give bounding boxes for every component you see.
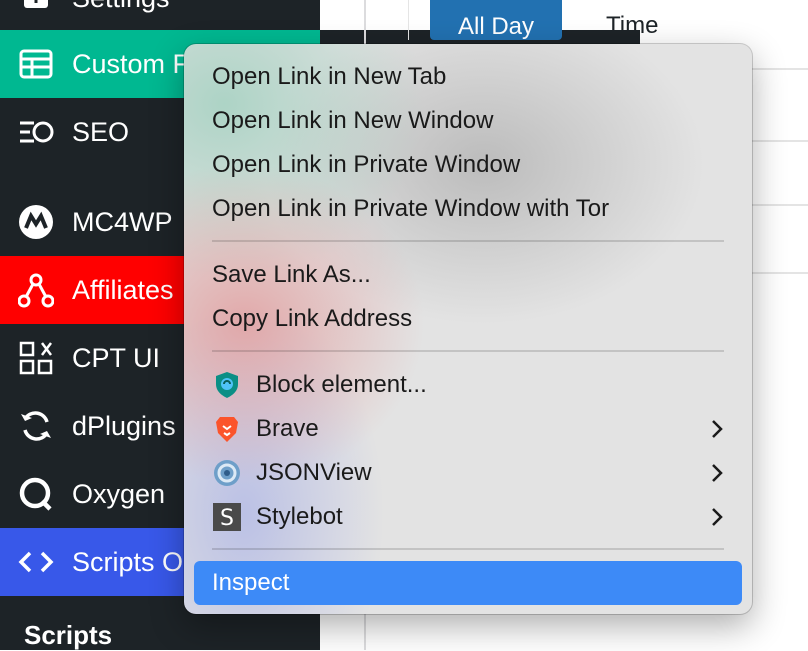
affiliates-nodes-icon <box>17 271 55 309</box>
menu-item-label: Stylebot <box>256 503 343 530</box>
jsonview-icon <box>212 458 242 488</box>
menu-separator <box>212 240 724 242</box>
menu-item-open-private-window[interactable]: Open Link in Private Window <box>194 143 742 187</box>
menu-item-label: Open Link in Private Window with Tor <box>212 195 610 222</box>
chevron-right-icon <box>712 464 723 482</box>
grid-squares-icon <box>17 339 55 377</box>
sidebar-item-label: Affiliates <box>72 274 174 305</box>
sidebar-item-label: MC4WP <box>72 206 173 237</box>
divider <box>752 272 808 274</box>
sidebar-submenu-heading[interactable]: Scripts <box>24 620 112 651</box>
sidebar-item-label: Custom F <box>72 48 190 79</box>
sidebar-item-label: dPlugins <box>72 410 176 441</box>
sidebar-item-label: SEO <box>72 116 130 147</box>
svg-text:S: S <box>220 506 234 531</box>
sidebar-item-label: Settings <box>72 0 170 14</box>
menu-item-block-element[interactable]: Block element... <box>194 363 742 407</box>
menu-item-jsonview[interactable]: JSONView <box>194 451 742 495</box>
menu-item-label: Brave <box>256 415 319 442</box>
time-label: Time <box>606 12 659 39</box>
menu-item-save-link-as[interactable]: Save Link As... <box>194 253 742 297</box>
menu-item-open-new-window[interactable]: Open Link in New Window <box>194 99 742 143</box>
menu-item-label: Block element... <box>256 371 427 398</box>
code-brackets-icon <box>17 543 55 581</box>
menu-item-label: Open Link in Private Window <box>212 151 521 178</box>
sidebar-item-label: Scripts O <box>72 546 184 577</box>
mc4wp-icon <box>17 203 55 241</box>
menu-separator <box>212 350 724 352</box>
sidebar-item-label: CPT UI <box>72 342 161 373</box>
stylebot-s-icon: S <box>212 502 242 532</box>
menu-item-label: Copy Link Address <box>212 305 413 332</box>
menu-item-label: Open Link in New Tab <box>212 63 447 90</box>
menu-item-open-private-tor[interactable]: Open Link in Private Window with Tor <box>194 187 742 231</box>
sidebar-item-settings[interactable]: Settings <box>0 0 320 32</box>
plus-square-icon <box>17 0 55 17</box>
menu-item-open-new-tab[interactable]: Open Link in New Tab <box>194 55 742 99</box>
table-icon <box>17 45 55 83</box>
menu-item-inspect[interactable]: Inspect <box>194 561 742 605</box>
oxygen-icon <box>17 475 55 513</box>
context-menu: Open Link in New Tab Open Link in New Wi… <box>184 44 752 614</box>
divider <box>408 0 409 40</box>
brave-lion-icon <box>212 414 242 444</box>
menu-separator <box>212 548 724 550</box>
chevron-right-icon <box>712 508 723 526</box>
menu-item-label: Open Link in New Window <box>212 107 494 134</box>
menu-item-brave[interactable]: Brave <box>194 407 742 451</box>
divider <box>752 68 808 70</box>
menu-item-stylebot[interactable]: S Stylebot <box>194 495 742 539</box>
menu-item-label: Save Link As... <box>212 261 371 288</box>
sidebar-item-label: Oxygen <box>72 478 166 509</box>
chevron-right-icon <box>712 420 723 438</box>
menu-item-label: JSONView <box>256 459 372 486</box>
seo-bars-icon <box>17 113 55 151</box>
adblock-shield-icon <box>212 370 242 400</box>
menu-item-label: Inspect <box>212 569 290 596</box>
divider <box>752 204 808 206</box>
divider <box>752 140 808 142</box>
all-day-button[interactable]: All Day <box>430 0 562 40</box>
refresh-arrows-icon <box>17 407 55 445</box>
menu-item-copy-link-address[interactable]: Copy Link Address <box>194 297 742 341</box>
